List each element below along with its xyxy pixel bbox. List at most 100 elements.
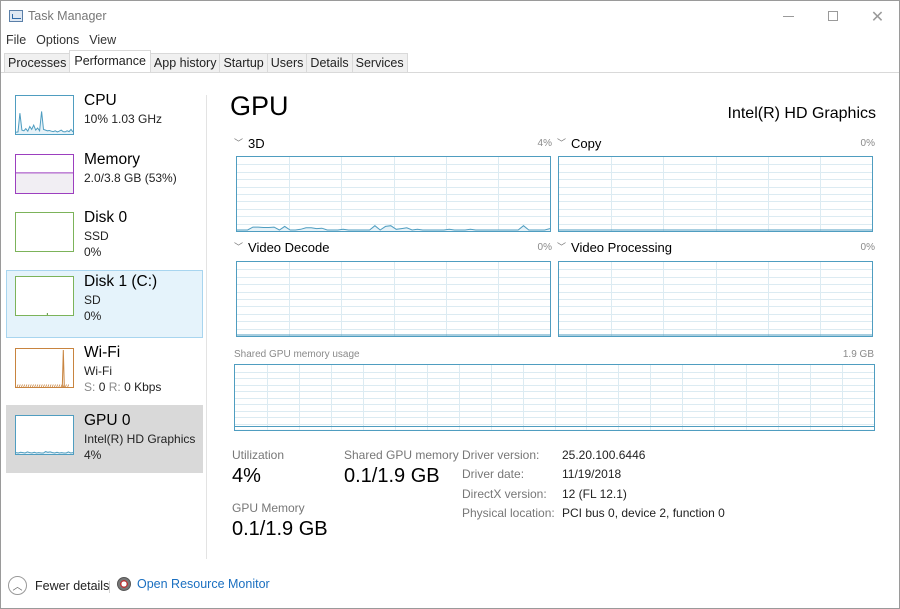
open-resource-monitor-label: Open Resource Monitor — [137, 577, 270, 591]
sidebar-item-throughput: S: 0 R: 0 Kbps — [84, 380, 161, 394]
graph-3d-value: 4% — [501, 138, 552, 149]
sidebar-item-usage: 0% — [84, 309, 101, 323]
menu-file[interactable]: File — [1, 31, 31, 50]
graph-3d — [236, 156, 551, 232]
utilization-value: 4% — [232, 465, 261, 488]
sidebar-item-usage: 0% — [84, 245, 101, 259]
wifi-tick — [54, 385, 55, 388]
tab-users[interactable]: Users — [267, 53, 308, 72]
driver-version-value: 25.20.100.6446 — [562, 448, 645, 462]
sidebar-item-cpu[interactable]: CPU 10% 1.03 GHz — [6, 89, 203, 156]
sidebar-item-memory[interactable]: Memory 2.0/3.8 GB (53%) — [6, 148, 203, 215]
tab-bar: Processes Performance App history Startu… — [1, 50, 899, 73]
wifi-tick — [57, 385, 58, 388]
chevron-down-icon: ﹀ — [557, 138, 566, 148]
shared-memory-graph-label: Shared GPU memory usage — [234, 349, 360, 360]
wifi-tick — [32, 385, 33, 388]
gpu-memory-label: GPU Memory — [232, 501, 305, 515]
shared-memory-value: 0.1/1.9 GB — [344, 465, 440, 488]
wifi-tick — [35, 385, 36, 388]
tab-details[interactable]: Details — [306, 53, 352, 72]
send-value: 0 — [99, 380, 106, 394]
send-label: S: — [84, 380, 95, 394]
close-button[interactable]: ✕ — [855, 1, 900, 31]
gpu-memory-value: 0.1/1.9 GB — [232, 518, 328, 541]
graph-copy-selector[interactable]: ﹀ Copy — [557, 136, 601, 151]
graph-copy-label: Copy — [571, 136, 601, 151]
graph-video-processing — [558, 261, 873, 337]
graph-3d-label: 3D — [248, 136, 265, 151]
wifi-tick — [68, 385, 69, 388]
sidebar-item-label: Memory — [84, 151, 140, 169]
wifi-tick — [37, 385, 38, 388]
fewer-details-label: Fewer details — [35, 579, 109, 593]
close-icon: ✕ — [871, 7, 884, 26]
wifi-tick — [65, 385, 66, 388]
gpu-thumb-series-line — [16, 452, 73, 453]
tab-services[interactable]: Services — [352, 53, 408, 72]
task-manager-icon — [9, 10, 23, 22]
menu-view[interactable]: View — [84, 31, 121, 50]
sidebar-item-label: CPU — [84, 92, 117, 110]
sidebar-item-label: Disk 0 — [84, 209, 127, 227]
graph-copy-value: 0% — [824, 138, 875, 149]
tab-performance[interactable]: Performance — [69, 50, 151, 72]
wifi-tick — [41, 385, 42, 388]
driver-version-label: Driver version: — [462, 448, 539, 462]
gpu-thumbnail-graph — [15, 415, 74, 455]
cpu-thumbnail-graph — [15, 95, 74, 135]
minimize-button[interactable] — [766, 1, 811, 31]
graph-video-decode-label: Video Decode — [248, 240, 329, 255]
wifi-tick — [30, 385, 31, 388]
wifi-tick — [48, 385, 49, 388]
wifi-tick — [19, 385, 20, 388]
wifi-tick — [39, 385, 40, 388]
driver-date-value: 11/19/2018 — [562, 467, 621, 481]
wifi-tick — [43, 385, 44, 388]
wifi-tick — [28, 385, 29, 388]
tab-startup[interactable]: Startup — [219, 53, 267, 72]
directx-version-label: DirectX version: — [462, 487, 547, 501]
graph-video-decode-selector[interactable]: ﹀Video Decode — [234, 240, 329, 255]
shared-memory-label: Shared GPU memory — [344, 448, 459, 462]
graph-3d-selector[interactable]: ﹀ 3D — [234, 136, 265, 151]
graph-video-decode — [236, 261, 551, 337]
physical-location-value: PCI bus 0, device 2, function 0 — [562, 506, 725, 520]
fewer-details-button[interactable]: ︿ Fewer details — [8, 576, 109, 595]
disk1-thumbnail-graph — [15, 276, 74, 316]
sidebar-item-gpu-0[interactable]: GPU 0 Intel(R) HD Graphics 4% — [6, 405, 203, 473]
wifi-tick — [26, 385, 27, 388]
footer-separator — [109, 581, 110, 593]
title-bar: Task Manager ✕ — [1, 1, 899, 31]
chevron-down-icon: ﹀ — [234, 138, 243, 148]
sidebar-item-label: Wi-Fi — [84, 344, 120, 362]
tab-app-history[interactable]: App history — [150, 53, 221, 72]
shared-memory-graph-max: 1.9 GB — [843, 349, 874, 360]
sidebar-item-usage: 4% — [84, 448, 101, 462]
wifi-tick — [46, 385, 47, 388]
page-title: GPU — [230, 91, 289, 122]
maximize-button[interactable] — [810, 1, 855, 31]
window-title: Task Manager — [28, 9, 107, 23]
graph-copy — [558, 156, 873, 232]
sidebar-item-detail: Intel(R) HD Graphics — [84, 432, 195, 446]
sidebar-item-disk-0[interactable]: Disk 0 SSD 0% — [6, 206, 203, 273]
sidebar-item-detail: 2.0/3.8 GB (53%) — [84, 171, 177, 185]
sidebar-item-detail: SD — [84, 293, 101, 307]
wifi-tick — [24, 385, 25, 388]
tab-processes[interactable]: Processes — [4, 53, 70, 72]
graph-video-processing-selector[interactable]: ﹀Video Processing — [557, 240, 672, 255]
menu-bar: File Options View — [1, 31, 121, 50]
graph-shared-memory — [234, 364, 875, 431]
wifi-tick — [52, 385, 53, 388]
open-resource-monitor-link[interactable]: Open Resource Monitor — [117, 577, 270, 591]
driver-date-label: Driver date: — [462, 467, 524, 481]
menu-options[interactable]: Options — [31, 31, 84, 50]
sidebar-item-disk-1[interactable]: Disk 1 (C:) SD 0% — [6, 270, 203, 338]
receive-value: 0 Kbps — [124, 380, 161, 394]
directx-version-value: 12 (FL 12.1) — [562, 487, 627, 501]
sidebar-item-wifi[interactable]: Wi-Fi Wi-Fi S: 0 R: 0 Kbps — [6, 341, 203, 408]
utilization-label: Utilization — [232, 448, 284, 462]
minimize-icon — [783, 16, 794, 17]
sidebar-item-detail: SSD — [84, 229, 109, 243]
